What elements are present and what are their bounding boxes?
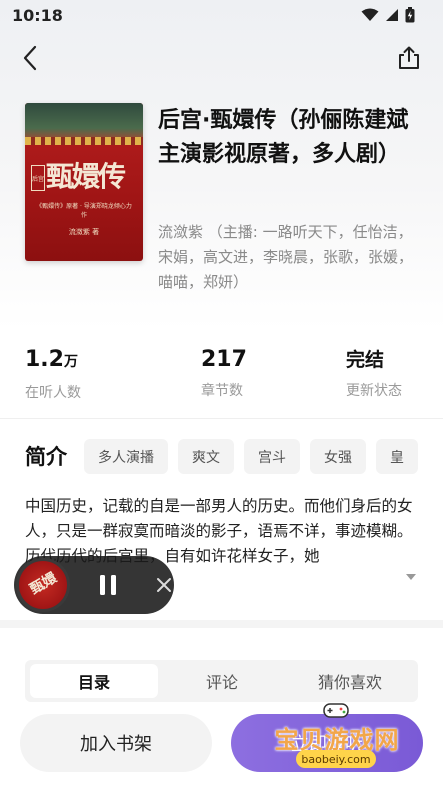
tag[interactable]: 女强: [310, 439, 366, 474]
book-author-narrators: 流潋紫 （主播: 一路听天下，任怡洁，宋娟，高文进，李晓晨，张歌，张媛，喵喵，郑…: [158, 223, 414, 291]
tag[interactable]: 皇: [376, 439, 418, 474]
stat-label: 更新状态: [346, 383, 402, 399]
book-title: 后宫·甄嬛传（孙俪陈建斌主演影视原著，多人剧）: [158, 108, 409, 167]
tab-catalog[interactable]: 目录: [30, 664, 158, 698]
book-stats: 1.2万 在听人数 217 章节数 完结 更新状态: [0, 344, 443, 404]
mini-player[interactable]: 甄嬛: [14, 556, 174, 614]
add-to-bookshelf-button[interactable]: 加入书架: [20, 714, 212, 772]
close-icon[interactable]: [154, 575, 174, 595]
tag[interactable]: 宫斗: [244, 439, 300, 474]
stat-value: 1.2: [25, 347, 64, 372]
share-icon: [399, 46, 419, 69]
stat-unit: 万: [63, 354, 78, 370]
watermark: 宝贝游戏网 baobeiy.com: [262, 700, 412, 772]
stat-label: 章节数: [201, 383, 243, 399]
stat-value: 217: [201, 347, 247, 372]
status-bar: 10:18: [0, 0, 443, 30]
divider: [0, 418, 443, 419]
stat-label: 在听人数: [25, 385, 81, 401]
expand-arrow-icon[interactable]: [405, 572, 417, 582]
watermark-url: baobeiy.com: [296, 750, 376, 768]
mini-cover-text: 甄嬛: [27, 569, 60, 598]
tag-list: 多人演播 爽文 宫斗 女强 皇: [84, 439, 418, 474]
cover-palace-roof: [25, 103, 143, 145]
tab-bar: 目录 评论 猜你喜欢: [25, 660, 418, 702]
section-separator: [0, 620, 443, 628]
tag[interactable]: 多人演播: [84, 439, 168, 474]
mini-player-cover[interactable]: 甄嬛: [16, 558, 70, 612]
stat-value: 完结: [346, 349, 385, 371]
battery-icon: [405, 7, 415, 23]
intro-heading: 简介: [25, 445, 67, 469]
stat-listeners: 1.2万 在听人数: [25, 344, 81, 402]
tab-comments[interactable]: 评论: [158, 664, 286, 698]
intro-header: 简介 多人演播 爽文 宫斗 女强 皇: [0, 437, 443, 477]
wifi-icon: [361, 8, 379, 21]
cover-title: 甄嬛传: [45, 160, 126, 193]
tag[interactable]: 爽文: [178, 439, 234, 474]
nav-bar: [0, 36, 443, 80]
share-button[interactable]: [393, 40, 425, 76]
cover-author: 流潋紫 著: [68, 228, 100, 236]
status-icons: [361, 7, 415, 23]
back-button[interactable]: [14, 40, 46, 76]
book-cover: 后宫 甄嬛传 《甄嬛传》原著 · 导演郑晓龙倾心力作 流潋紫 著: [25, 103, 143, 261]
tab-recommendations[interactable]: 猜你喜欢: [286, 664, 414, 698]
signal-icon: [386, 9, 398, 21]
cover-subtitle: 《甄嬛传》原著 · 导演郑晓龙倾心力作: [36, 203, 132, 219]
stat-chapters: 217 章节数: [201, 344, 247, 400]
gamepad-icon: [323, 703, 349, 718]
stat-update-status: 完结 更新状态: [346, 344, 402, 400]
pause-icon[interactable]: [96, 573, 120, 597]
status-time: 10:18: [12, 5, 63, 25]
chevron-left-icon: [23, 45, 37, 71]
